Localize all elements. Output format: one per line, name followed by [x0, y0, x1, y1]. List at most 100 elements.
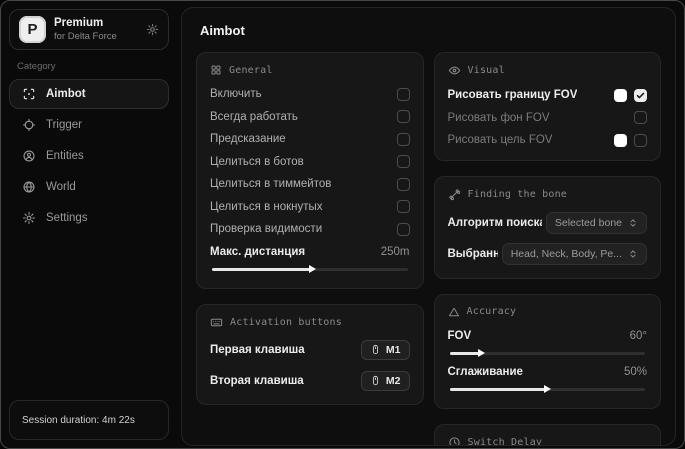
eye-icon: [448, 64, 461, 77]
toggle-row-visibility-check: Проверка видимости: [210, 222, 410, 236]
session-duration-label: Session duration: 4m 22s: [22, 415, 135, 426]
slider-label: Сглаживание: [448, 366, 523, 378]
keyboard-icon: [210, 316, 223, 329]
globe-icon: [22, 180, 36, 194]
max-distance-slider[interactable]: [212, 268, 408, 271]
category-label: Category: [17, 61, 169, 72]
color-swatch[interactable]: [614, 134, 627, 147]
app-title: Premium: [54, 16, 117, 30]
right-column: Visual Рисовать границу FOV Рисовать фон…: [434, 52, 662, 446]
toggle-row-enable: Включить: [210, 87, 410, 101]
activation-buttons-panel: Activation buttons Первая клавиша M1: [196, 304, 424, 405]
gear-icon[interactable]: [146, 23, 159, 36]
selected-bones-select[interactable]: Head, Neck, Body, Pe...: [502, 243, 647, 265]
app-subtitle: for Delta Force: [54, 31, 117, 43]
draw-fov-background-row: Рисовать фон FOV: [448, 111, 648, 125]
sidebar-item-label: Settings: [46, 212, 88, 224]
session-duration: Session duration: 4m 22s: [9, 400, 169, 440]
trigger-icon: [22, 118, 36, 132]
toggle-label: Целиться в нокнутых: [210, 201, 323, 213]
panel-title: Visual: [468, 65, 505, 76]
slider-handle[interactable]: [309, 265, 316, 273]
bone-icon: [448, 188, 461, 201]
toggle-label: Целиться в тиммейтов: [210, 178, 331, 190]
draw-fov-target-row: Рисовать цель FOV: [448, 133, 648, 147]
draw-fov-border-row: Рисовать границу FOV: [448, 88, 648, 102]
page-title: Aimbot: [200, 23, 661, 38]
checkbox[interactable]: [634, 89, 647, 102]
first-key-bind-button[interactable]: M1: [361, 340, 410, 360]
toggle-row-target-knocked: Целиться в нокнутых: [210, 200, 410, 214]
sidebar-item-settings[interactable]: Settings: [9, 203, 169, 233]
select-value: Selected bone: [555, 217, 622, 229]
fov-slider[interactable]: [450, 352, 646, 355]
keybind-label: Первая клавиша: [210, 344, 305, 356]
select-label: Алгоритм поиска костей: [448, 217, 542, 229]
checkbox[interactable]: [397, 110, 410, 123]
sidebar-header: P Premium for Delta Force: [9, 9, 169, 50]
second-key-bind-button[interactable]: M2: [361, 371, 410, 391]
sidebar-item-aimbot[interactable]: Aimbot: [9, 79, 169, 109]
color-swatch[interactable]: [614, 89, 627, 102]
sidebar-item-label: Aimbot: [46, 88, 86, 100]
accuracy-panel: Accuracy FOV 60° Сглаживание 50%: [434, 294, 662, 409]
checkbox[interactable]: [397, 200, 410, 213]
slider-value: 250m: [381, 246, 410, 258]
settings-icon: [22, 211, 36, 225]
sidebar-item-world[interactable]: World: [9, 172, 169, 202]
toggle-row-target-bots: Целиться в ботов: [210, 155, 410, 169]
toggle-label: Проверка видимости: [210, 223, 322, 235]
sidebar-item-label: Trigger: [46, 119, 82, 131]
max-distance-row: Макс. дистанция 250m: [210, 245, 410, 259]
keybind-label: Вторая клавиша: [210, 375, 304, 387]
slider-handle[interactable]: [544, 385, 551, 393]
grid-icon: [210, 64, 222, 76]
slider-value: 50%: [624, 366, 647, 378]
select-label: Выбранные кости: [448, 248, 498, 260]
checkbox[interactable]: [397, 223, 410, 236]
checkbox[interactable]: [397, 155, 410, 168]
smoothing-slider[interactable]: [450, 388, 646, 391]
clock-icon: [448, 436, 461, 447]
app-window: P Premium for Delta Force Category Aimbo: [0, 0, 685, 449]
second-key-row: Вторая клавиша M2: [210, 371, 410, 391]
sidebar-item-label: Entities: [46, 150, 84, 162]
panel-title: Accuracy: [467, 306, 517, 317]
finding-bone-panel: Finding the bone Алгоритм поиска костей …: [434, 176, 662, 279]
left-column: General Включить Всегда работать Предска…: [196, 52, 424, 405]
fov-row: FOV 60°: [448, 329, 648, 343]
bone-algorithm-select[interactable]: Selected bone: [546, 212, 647, 234]
checkbox[interactable]: [634, 134, 647, 147]
mouse-icon: [370, 375, 381, 386]
main-content: Aimbot General: [181, 7, 676, 446]
mouse-icon: [370, 344, 381, 355]
checkbox[interactable]: [634, 111, 647, 124]
first-key-row: Первая клавиша M1: [210, 340, 410, 360]
sidebar-item-entities[interactable]: Entities: [9, 141, 169, 171]
toggle-row-always-work: Всегда работать: [210, 110, 410, 124]
chevron-updown-icon: [628, 249, 638, 259]
smoothing-row: Сглаживание 50%: [448, 365, 648, 379]
slider-handle[interactable]: [478, 349, 485, 357]
panel-title: Finding the bone: [468, 189, 568, 200]
panel-title: Switch Delay: [468, 437, 543, 447]
panel-title: Activation buttons: [230, 317, 342, 328]
checkbox[interactable]: [397, 88, 410, 101]
sidebar-item-label: World: [46, 181, 76, 193]
general-panel: General Включить Всегда работать Предска…: [196, 52, 424, 289]
checkbox[interactable]: [397, 133, 410, 146]
toggle-row-target-teammates: Целиться в тиммейтов: [210, 177, 410, 191]
sidebar: P Premium for Delta Force Category Aimbo: [1, 1, 177, 448]
checkbox[interactable]: [397, 178, 410, 191]
slider-value: 60°: [630, 330, 647, 342]
triangle-icon: [448, 306, 460, 318]
slider-label: FOV: [448, 330, 472, 342]
slider-label: Макс. дистанция: [210, 246, 305, 258]
keybind-value: M2: [386, 375, 401, 387]
toggle-label: Всегда работать: [210, 111, 298, 123]
app-logo: P: [19, 16, 46, 43]
aimbot-icon: [22, 87, 36, 101]
sidebar-item-trigger[interactable]: Trigger: [9, 110, 169, 140]
toggle-label: Целиться в ботов: [210, 156, 304, 168]
toggle-row-prediction: Предсказание: [210, 132, 410, 146]
